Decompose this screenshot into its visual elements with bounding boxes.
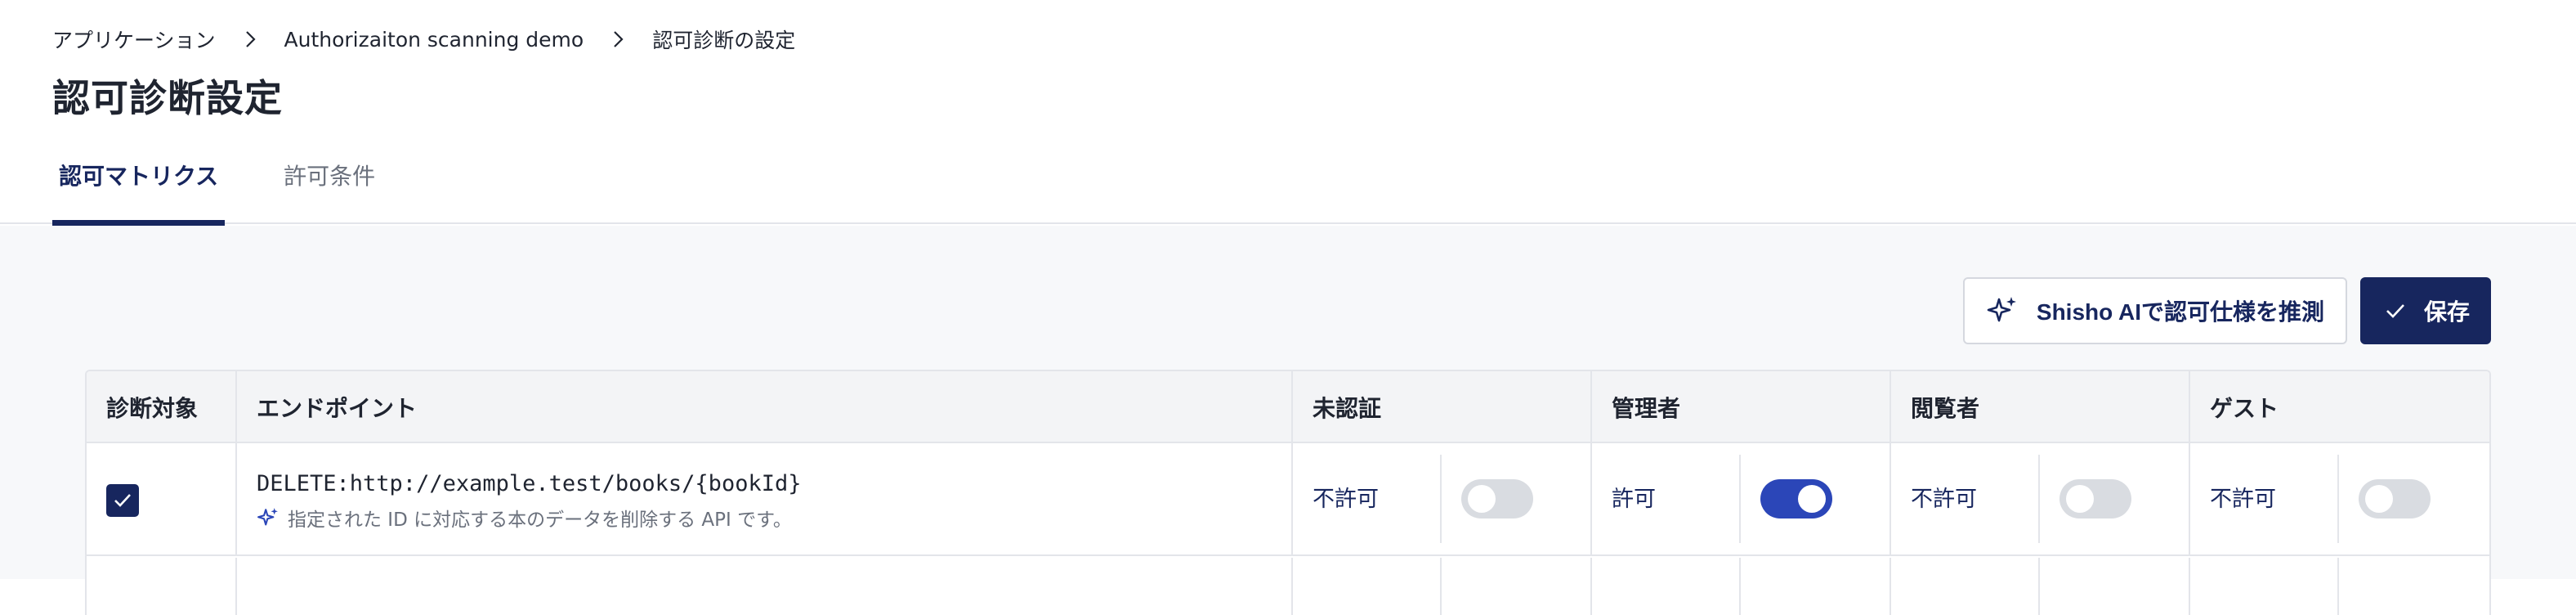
permission-label: 不許可 (1911, 487, 1977, 512)
chevron-right-icon (614, 31, 624, 47)
column-header-target: 診断対象 (87, 371, 237, 443)
ai-infer-label: Shisho AIで認可仕様を推測 (2036, 299, 2324, 325)
endpoint-cell: DELETE:http://example.test/books/{bookId… (237, 443, 1293, 554)
divider (2038, 455, 2040, 543)
page-header: アプリケーション Authorizaiton scanning demo 認可診… (0, 0, 2576, 226)
permission-label: 不許可 (2210, 487, 2276, 512)
authorization-matrix-table: 診断対象 エンドポイント 未認証 管理者 閲覧者 ゲスト DELETE:http… (85, 370, 2491, 615)
permission-cell-viewer: 不許可 (1891, 443, 2190, 554)
breadcrumb-applications[interactable]: アプリケーション (52, 25, 216, 54)
endpoint-description-text: 指定された ID に対応する本のデータを削除する API です。 (288, 510, 792, 531)
sparkle-icon (257, 508, 278, 526)
tab-authorization-matrix[interactable]: 認可マトリクス (52, 147, 226, 226)
table-row (87, 558, 2489, 615)
permission-toggle-guest[interactable] (2359, 479, 2431, 518)
target-cell (87, 443, 237, 554)
save-label: 保存 (2423, 299, 2470, 325)
column-header-viewer: 閲覧者 (1891, 371, 2190, 443)
divider (1440, 455, 1442, 543)
permission-toggle-unauthenticated[interactable] (1461, 479, 1533, 518)
divider (1739, 455, 1741, 543)
page-title: 認可診断設定 (52, 76, 283, 120)
main-content: Shisho AIで認可仕様を推測 保存 診断対象 エンドポイント 未認証 管理… (0, 226, 2576, 615)
table-header: 診断対象 エンドポイント 未認証 管理者 閲覧者 ゲスト (87, 371, 2489, 443)
column-header-unauthenticated: 未認証 (1293, 371, 1592, 443)
save-button[interactable]: 保存 (2359, 277, 2491, 344)
scan-target-checkbox[interactable] (106, 484, 139, 517)
ai-infer-button[interactable]: Shisho AIで認可仕様を推測 (1962, 277, 2347, 344)
column-header-admin: 管理者 (1592, 371, 1891, 443)
permission-toggle-viewer[interactable] (2059, 479, 2131, 518)
check-icon (2386, 304, 2404, 318)
tab-permission-conditions[interactable]: 許可条件 (277, 147, 382, 224)
check-icon (114, 494, 131, 507)
column-header-guest: ゲスト (2210, 395, 2279, 422)
toolbar: Shisho AIで認可仕様を推測 保存 (1962, 277, 2491, 344)
tab-bar: 認可マトリクス 許可条件 (52, 147, 434, 226)
column-header-endpoint: エンドポイント (237, 371, 1293, 443)
permission-cell-guest: 不許可 (2190, 443, 2489, 554)
endpoint-path: DELETE:http://example.test/books/{bookId… (257, 471, 802, 496)
permission-cell-admin: 許可 (1592, 443, 1891, 554)
breadcrumb: アプリケーション Authorizaiton scanning demo 認可診… (52, 21, 795, 57)
endpoint-description: 指定された ID に対応する本のデータを削除する API です。 (257, 504, 792, 532)
chevron-right-icon (245, 31, 256, 47)
sparkle-icon (1987, 297, 2016, 322)
breadcrumb-app[interactable]: Authorizaiton scanning demo (284, 28, 584, 52)
divider (2337, 455, 2339, 543)
permission-label: 不許可 (1313, 487, 1379, 512)
permission-label: 許可 (1612, 487, 1656, 512)
permission-toggle-admin[interactable] (1760, 479, 1832, 518)
table-row: DELETE:http://example.test/books/{bookId… (87, 443, 2489, 556)
permission-cell-unauthenticated: 不許可 (1293, 443, 1592, 554)
breadcrumb-current: 認可診断の設定 (652, 29, 796, 52)
